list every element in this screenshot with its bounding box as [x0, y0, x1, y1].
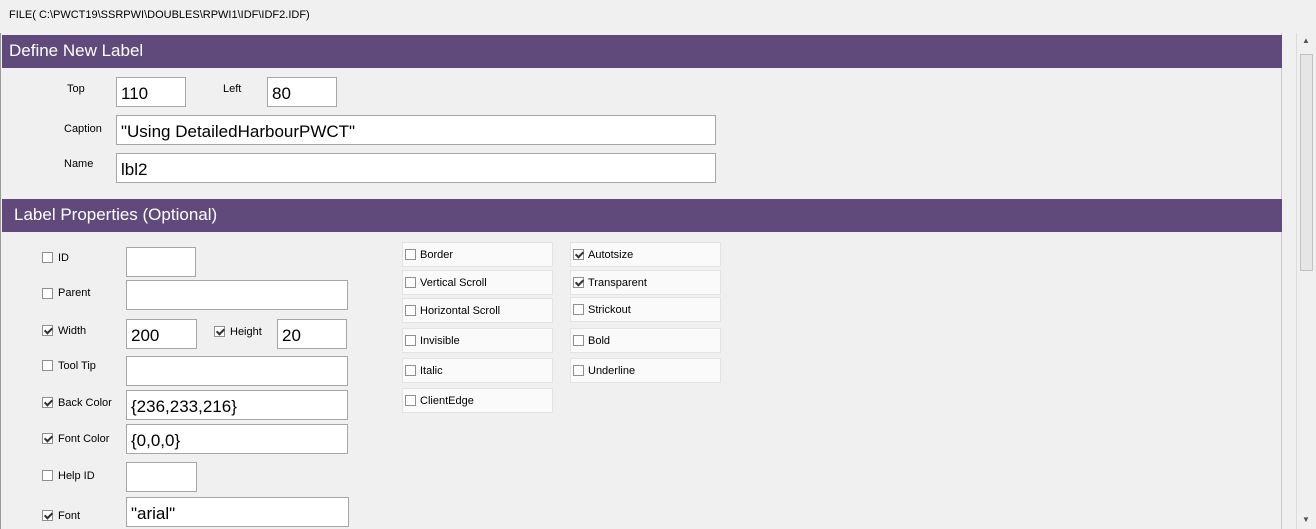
title-bar: FILE( C:\PWCT19\SSRPWI\DOUBLES\RPWI1\IDF…: [0, 0, 1316, 34]
width-label: Width: [58, 325, 87, 337]
vertical-scroll-checkbox[interactable]: [405, 277, 416, 288]
tooltip-input[interactable]: [126, 356, 348, 386]
vertical-scrollbar[interactable]: ▲ ▼: [1296, 33, 1316, 529]
helpid-label: Help ID: [58, 470, 95, 482]
transparent-label: Transparent: [588, 277, 647, 289]
transparent-checkbox[interactable]: [573, 277, 584, 288]
panel-divider: [1281, 33, 1282, 529]
bold-checkbox[interactable]: [573, 335, 584, 346]
italic-checkbox[interactable]: [405, 365, 416, 376]
border-option[interactable]: Border: [402, 242, 553, 267]
bold-option[interactable]: Bold: [570, 328, 721, 353]
helpid-input[interactable]: [126, 462, 197, 492]
strikeout-option[interactable]: Strickout: [570, 297, 721, 322]
autosize-option[interactable]: Autotsize: [570, 242, 721, 267]
height-input[interactable]: 20: [277, 319, 347, 349]
fontcolor-input[interactable]: {0,0,0}: [126, 424, 348, 454]
id-checkbox[interactable]: [42, 252, 53, 263]
invisible-label: Invisible: [420, 335, 460, 347]
backcolor-checkbox[interactable]: [42, 397, 53, 408]
width-checkbox[interactable]: [42, 325, 53, 336]
border-label: Border: [420, 249, 454, 261]
underline-checkbox[interactable]: [573, 365, 584, 376]
font-input[interactable]: "arial": [126, 497, 349, 527]
fontcolor-label: Font Color: [58, 433, 110, 445]
italic-label: Italic: [420, 365, 443, 377]
label-properties-header: Label Properties (Optional): [2, 199, 1282, 232]
clientedge-option[interactable]: ClientEdge: [402, 388, 553, 413]
parent-label: Parent: [58, 287, 91, 299]
scroll-down-icon[interactable]: ▼: [1302, 515, 1310, 524]
id-input[interactable]: [126, 247, 196, 277]
vertical-scroll-label: Vertical Scroll: [420, 277, 487, 289]
left-input[interactable]: 80: [267, 77, 337, 107]
tooltip-label: Tool Tip: [58, 360, 96, 372]
width-input[interactable]: 200: [126, 319, 197, 349]
name-label: Name: [64, 158, 94, 170]
clientedge-label: ClientEdge: [420, 395, 474, 407]
caption-input[interactable]: "Using DetailedHarbourPWCT": [116, 115, 716, 145]
clientedge-checkbox[interactable]: [405, 395, 416, 406]
height-label: Height: [230, 326, 262, 338]
left-label: Left: [223, 83, 242, 95]
form-panel: Define New Label Top 110 Left 80 Caption…: [0, 33, 1297, 529]
autosize-label: Autotsize: [588, 249, 634, 261]
horizontal-scroll-checkbox[interactable]: [405, 305, 416, 316]
vertical-scroll-option[interactable]: Vertical Scroll: [402, 270, 553, 295]
define-label-title: Define New Label: [9, 41, 144, 60]
italic-option[interactable]: Italic: [402, 358, 553, 383]
autosize-checkbox[interactable]: [573, 249, 584, 260]
parent-input[interactable]: [126, 280, 348, 310]
transparent-option[interactable]: Transparent: [570, 270, 721, 295]
scroll-thumb[interactable]: [1300, 54, 1313, 271]
invisible-option[interactable]: Invisible: [402, 328, 553, 353]
font-checkbox[interactable]: [42, 510, 53, 521]
tooltip-checkbox[interactable]: [42, 360, 53, 371]
border-checkbox[interactable]: [405, 249, 416, 260]
fontcolor-checkbox[interactable]: [42, 433, 53, 444]
bold-label: Bold: [588, 335, 611, 347]
caption-label: Caption: [64, 123, 102, 135]
font-label: Font: [58, 510, 81, 522]
label-properties-title: Label Properties (Optional): [14, 205, 218, 224]
height-checkbox[interactable]: [214, 326, 225, 337]
id-label: ID: [58, 252, 69, 264]
strikeout-label: Strickout: [588, 304, 631, 316]
underline-label: Underline: [588, 365, 636, 377]
horizontal-scroll-label: Horizontal Scroll: [420, 305, 501, 317]
helpid-checkbox[interactable]: [42, 470, 53, 481]
invisible-checkbox[interactable]: [405, 335, 416, 346]
backcolor-input[interactable]: {236,233,216}: [126, 390, 348, 420]
backcolor-label: Back Color: [58, 397, 112, 409]
file-path: FILE( C:\PWCT19\SSRPWI\DOUBLES\RPWI1\IDF…: [9, 9, 310, 21]
name-input[interactable]: lbl2: [116, 153, 716, 183]
horizontal-scroll-option[interactable]: Horizontal Scroll: [402, 298, 553, 323]
parent-checkbox[interactable]: [42, 288, 53, 299]
define-label-header: Define New Label: [2, 35, 1282, 68]
top-input[interactable]: 110: [116, 77, 186, 107]
strikeout-checkbox[interactable]: [573, 304, 584, 315]
underline-option[interactable]: Underline: [570, 358, 721, 383]
scroll-up-icon[interactable]: ▲: [1302, 36, 1310, 45]
top-label: Top: [67, 83, 85, 95]
